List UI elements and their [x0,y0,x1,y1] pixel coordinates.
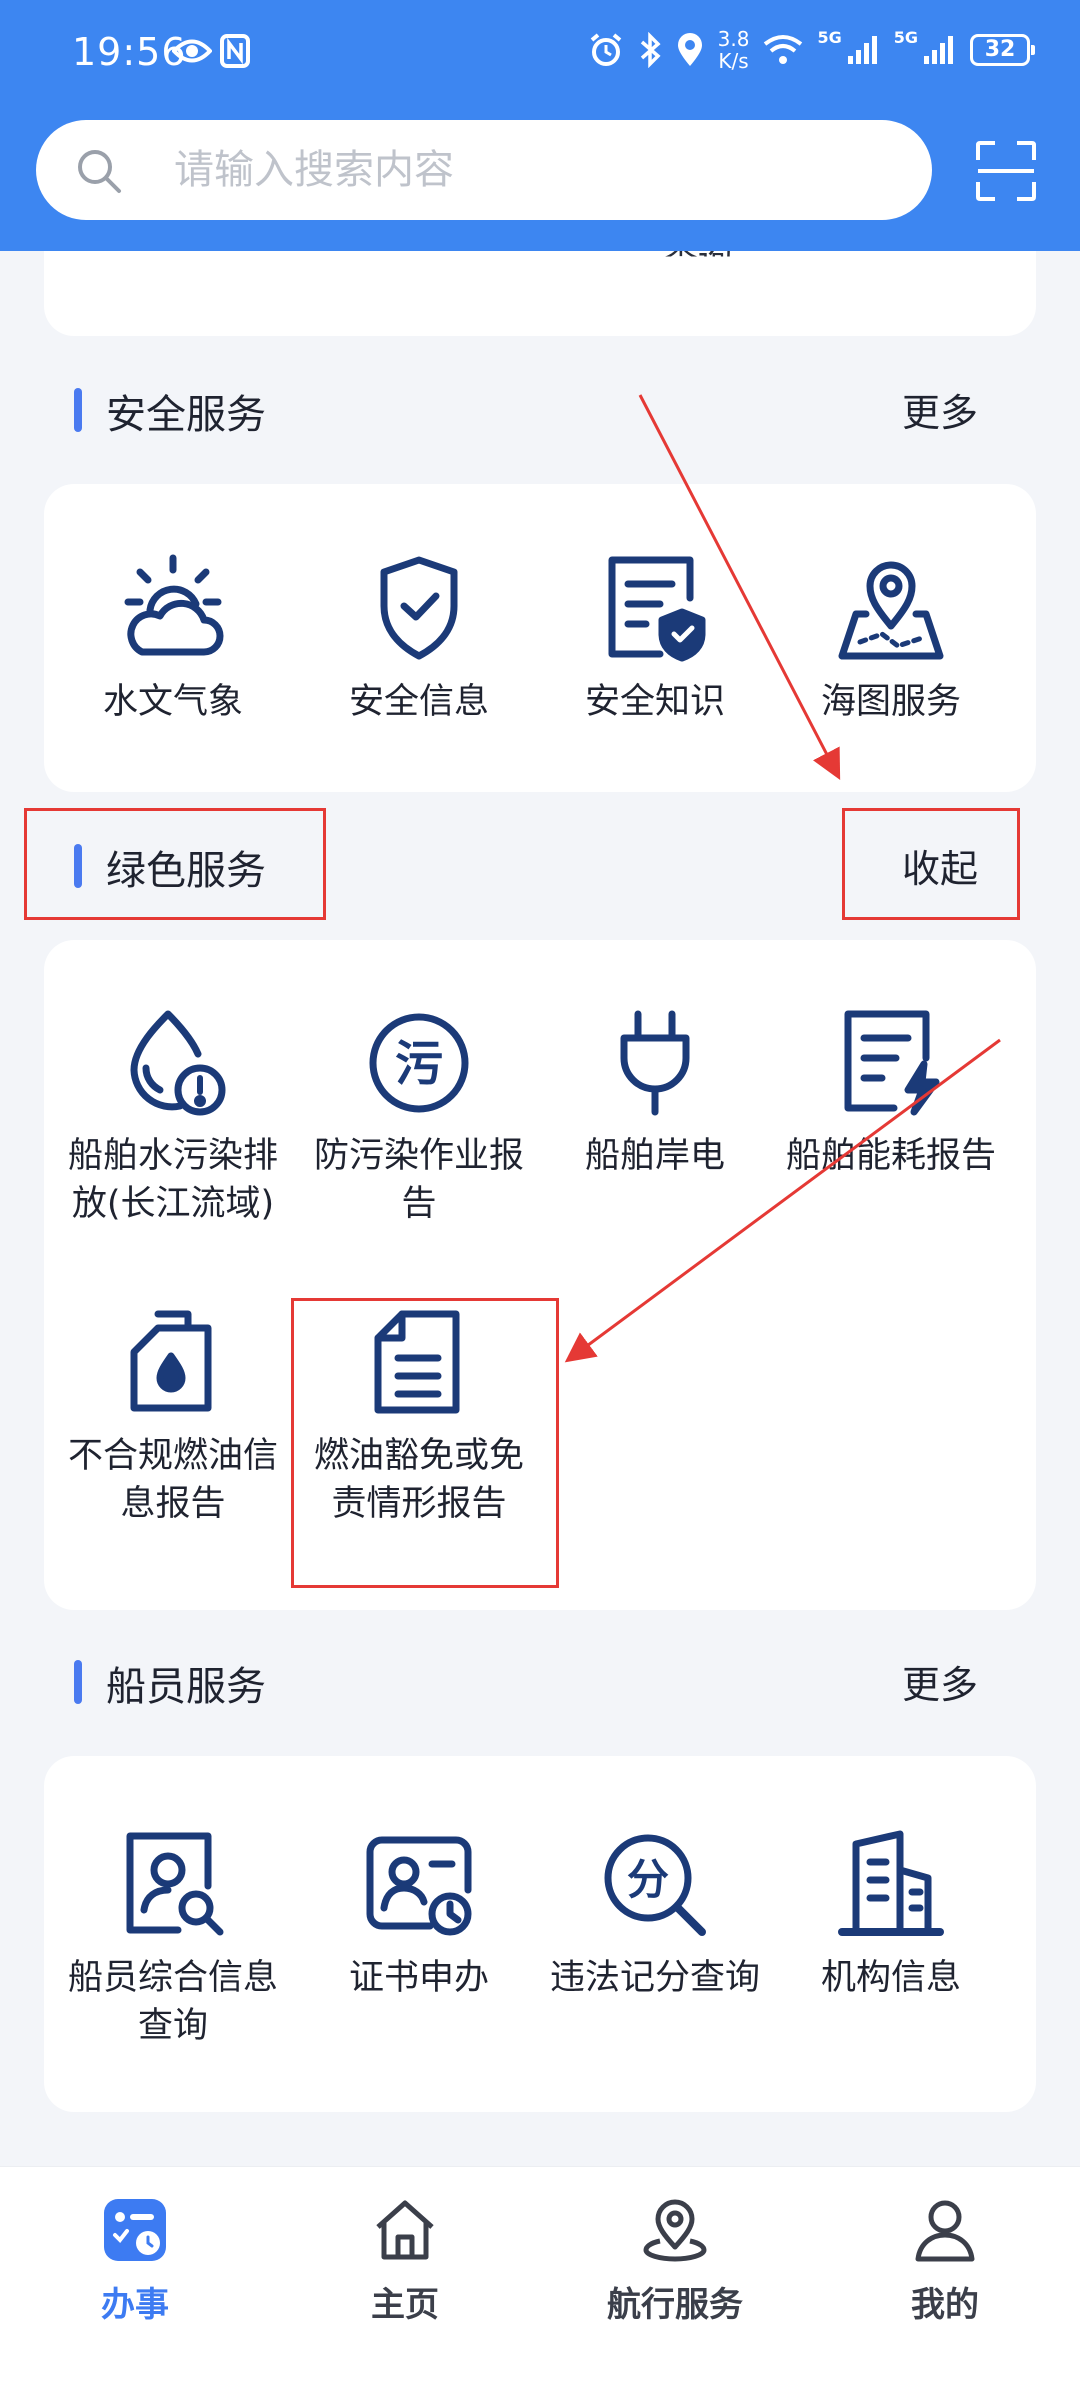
net-speed-unit: K/s [718,49,749,73]
tile-anti-pollution[interactable]: 污 防污染作业报告 [301,1008,537,1228]
building-icon [838,1830,944,1936]
tile-crew-info[interactable]: 船员综合信息查询 [55,1830,291,2050]
tile-water-pollution[interactable]: 船舶水污染排放(长江流域) [55,1008,291,1228]
tile-weather[interactable]: 水文气象 [55,554,291,726]
tile-label: 防污染作业报告 [313,1136,524,1224]
wifi-icon [764,35,803,64]
status-time: 19:56 [72,30,187,74]
home-icon [376,2200,434,2260]
annotation-box-fuel-exemption [291,1298,559,1588]
status-bar: 19:56 3.8 K/s 5G 5G 32 [0,0,1080,110]
svg-text:分: 分 [627,1855,669,1904]
nav-tab-navigation-service[interactable]: 航行服务 [540,2197,810,2326]
tile-label: 证书申办 [348,1958,489,1998]
net-speed-value: 3.8 [717,27,750,51]
nav-label: 航行服务 [607,2285,743,2325]
tile-label: 船舶能耗报告 [785,1136,996,1176]
eye-icon [172,39,212,63]
search-bar[interactable] [36,120,932,220]
tile-label: 船员综合信息查询 [67,1958,278,2046]
more-button-crew[interactable]: 更多 [902,1654,978,1709]
section-accent-bar [74,1660,82,1704]
nfc-icon [220,34,250,68]
alarm-icon [590,33,621,66]
section-accent-bar [74,388,82,432]
tile-label: 不合规燃油信息报告 [67,1436,278,1524]
network-type-2: 5G [893,28,918,47]
tile-noncompliant-fuel[interactable]: 不合规燃油信息报告 [55,1308,291,1528]
nav-label: 主页 [371,2285,439,2325]
location-icon [677,33,702,66]
location-pin-icon [643,2199,707,2262]
nav-label: 办事 [101,2285,169,2325]
bottom-navigation: 办事 主页 航行服务 我的 [0,2166,1080,2400]
person-icon [915,2200,975,2262]
net-speed: 3.8 K/s [718,28,750,72]
tile-chart-service[interactable]: 海图服务 [773,554,1009,726]
tile-label: 水文气象 [102,682,243,722]
signal-icon-2 [924,36,953,64]
tile-label: 船舶岸电 [584,1136,725,1176]
weather-icon [124,554,224,656]
tile-shore-power[interactable]: 船舶岸电 [537,1008,773,1180]
tile-score-query[interactable]: 分 违法记分查询 [537,1830,773,2002]
search-icon [78,150,121,193]
tile-label: 安全信息 [348,682,489,722]
search-input[interactable] [174,142,874,198]
annotation-box-collapse [842,808,1020,920]
tile-safety-knowledge[interactable]: 安全知识 [537,554,773,726]
section-title-crew: 船员服务 [106,1664,266,1710]
document-shield-icon [608,556,706,662]
scan-icon[interactable] [975,140,1037,202]
bluetooth-icon [640,32,661,68]
header-bar: 19:56 3.8 K/s 5G 5G 32 请输入搜索内容 [0,0,1080,251]
tile-label: 船舶水污染排放(长江流域) [67,1136,278,1224]
tile-energy-report[interactable]: 船舶能耗报告 [773,1008,1009,1180]
person-search-icon [126,1832,224,1936]
annotation-box-green-title [24,808,326,920]
safety-services-card: 水文气象 安全信息 安全知识 海图服务 [44,484,1036,792]
crew-services-card: 船员综合信息查询 证书申办 分 违法记分查询 机构信息 [44,1756,1036,2112]
tile-label: 机构信息 [820,1958,961,1998]
services-tab-icon [104,2199,166,2261]
tile-label: 违法记分查询 [549,1958,760,1998]
tile-label: 安全知识 [584,682,725,722]
map-pin-icon [838,561,944,660]
tile-organization-info[interactable]: 机构信息 [773,1830,1009,2002]
section-title-safety: 安全服务 [106,392,266,438]
shield-check-icon [380,556,458,660]
battery-indicator: 32 [970,34,1035,66]
fuel-can-icon [130,1310,212,1412]
certificate-icon [366,1836,472,1936]
nav-tab-me[interactable]: 我的 [810,2197,1080,2326]
energy-report-icon [844,1010,940,1116]
section-header-crew: 船员服务 更多 [0,1636,1080,1726]
section-header-safety: 安全服务 更多 [0,364,1080,454]
nav-tab-home[interactable]: 主页 [270,2197,540,2326]
water-drop-alert-icon [130,1010,226,1116]
score-search-icon: 分 [604,1834,706,1936]
power-plug-icon [620,1010,690,1116]
tile-certificate[interactable]: 证书申办 [301,1830,537,2002]
tile-safety-info[interactable]: 安全信息 [301,554,537,726]
more-button-safety[interactable]: 更多 [902,382,978,437]
signal-icon-1 [847,36,877,64]
network-type-1: 5G [817,28,842,47]
pollution-icon: 污 [369,1013,469,1113]
svg-text:污: 污 [395,1036,443,1092]
nav-tab-services[interactable]: 办事 [0,2197,270,2326]
nav-label: 我的 [911,2285,979,2325]
tile-label: 海图服务 [820,682,961,722]
